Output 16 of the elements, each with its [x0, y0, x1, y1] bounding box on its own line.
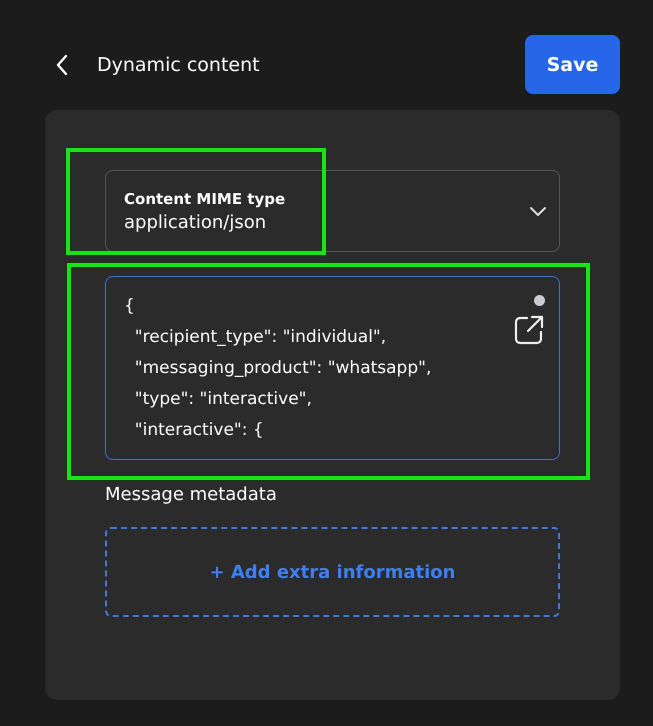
- code-editor[interactable]: { "recipient_type": "individual", "messaging_product": "whatsapp", "type": "interactive", "interactive": {: [105, 276, 560, 460]
- chevron-down-icon: [529, 205, 547, 217]
- mime-type-select[interactable]: Content MIME type application/json: [105, 170, 560, 252]
- back-icon[interactable]: [55, 54, 69, 76]
- save-button[interactable]: Save: [525, 35, 620, 94]
- select-value: application/json: [124, 212, 268, 232]
- add-info-button[interactable]: + Add extra information: [105, 527, 560, 617]
- code-line: "type": "interactive",: [134, 388, 313, 411]
- code-line: "messaging_product": "whatsapp",: [134, 357, 432, 380]
- code-line: {: [124, 295, 136, 318]
- section-label: Message metadata: [105, 484, 278, 505]
- select-label: Content MIME type: [124, 190, 286, 208]
- code-line: "interactive": {: [134, 419, 265, 442]
- page-title: Dynamic content: [97, 54, 261, 76]
- code-line: "recipient_type": "individual",: [134, 326, 388, 349]
- external-link-icon[interactable]: [513, 314, 545, 346]
